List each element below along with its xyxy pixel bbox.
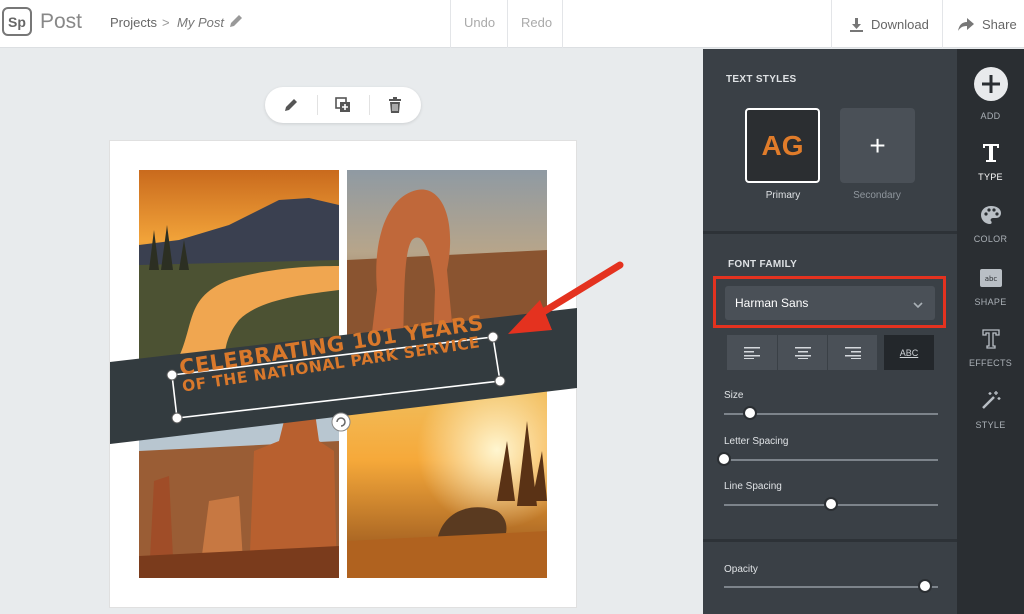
type-t-icon	[982, 144, 999, 162]
plus-icon: +	[869, 129, 886, 161]
primary-style-label: Primary	[765, 190, 801, 201]
rename-pencil-icon[interactable]	[228, 13, 244, 34]
divider	[369, 95, 370, 115]
rail-shape-label: SHAPE	[974, 297, 1007, 307]
primary-style-sample: AG	[761, 129, 804, 161]
rail-type[interactable]: TYPE	[957, 141, 1024, 182]
undo-button[interactable]: Undo	[464, 15, 495, 30]
letter-spacing-slider-track[interactable]	[724, 459, 938, 461]
top-bar: Sp Post Projects > My Post Undo Redo Dow…	[0, 0, 1024, 48]
all-caps-button[interactable]: ABC	[884, 335, 934, 370]
rail-style[interactable]: STYLE	[957, 389, 1024, 430]
divider	[831, 0, 832, 48]
opacity-slider-track[interactable]	[724, 586, 938, 588]
align-right-button[interactable]	[827, 335, 877, 370]
rail-type-label: TYPE	[978, 172, 1003, 182]
secondary-style-label: Secondary	[853, 190, 901, 201]
opacity-slider-knob[interactable]	[918, 579, 933, 593]
text-style-primary[interactable]: AG	[745, 108, 820, 183]
effects-outline-t-icon	[981, 329, 1000, 349]
align-left-button[interactable]	[727, 335, 777, 370]
breadcrumb-projects[interactable]: Projects	[110, 15, 157, 30]
letter-spacing-slider-knob[interactable]	[717, 452, 731, 466]
post-canvas[interactable]	[109, 140, 577, 608]
size-label: Size	[724, 390, 744, 401]
rail-color[interactable]: COLOR	[957, 205, 1024, 244]
divider	[317, 95, 318, 115]
rail-effects[interactable]: EFFECTS	[957, 327, 1024, 368]
opacity-label: Opacity	[724, 564, 758, 575]
align-center-button[interactable]	[777, 335, 827, 370]
photo-canyon-hoodoos[interactable]	[139, 381, 339, 578]
divider	[507, 0, 508, 48]
divider	[450, 0, 451, 48]
svg-text:abc: abc	[984, 275, 997, 283]
download-label: Download	[871, 16, 929, 32]
divider	[942, 0, 943, 48]
divider	[703, 231, 957, 234]
size-slider-knob[interactable]	[742, 406, 757, 420]
palette-icon	[980, 206, 1001, 224]
share-icon	[958, 17, 974, 31]
tool-rail: ADD TYPE COLOR abc SHAPE EFFECTS STYLE	[957, 49, 1024, 614]
line-spacing-slider-knob[interactable]	[824, 497, 838, 511]
divider	[562, 0, 563, 48]
align-right-icon	[844, 346, 861, 359]
download-icon	[850, 17, 863, 32]
delete-trash-icon[interactable]	[386, 96, 404, 119]
text-properties-panel: TEXT STYLES AG Primary + Secondary FONT …	[703, 49, 957, 614]
edit-pencil-icon[interactable]	[282, 96, 300, 119]
divider	[703, 539, 957, 542]
download-button[interactable]: Download	[849, 0, 929, 48]
align-left-icon	[744, 346, 760, 359]
shape-abc-icon: abc	[979, 269, 1002, 287]
rail-effects-label: EFFECTS	[968, 358, 1013, 368]
photo-golden-lake[interactable]	[347, 381, 547, 578]
spark-logo: Sp	[2, 7, 32, 36]
rail-add[interactable]: ADD	[957, 66, 1024, 121]
redo-button[interactable]: Redo	[521, 15, 552, 30]
share-label: Share	[982, 16, 1017, 32]
text-styles-title: TEXT STYLES	[726, 74, 797, 85]
rail-add-label: ADD	[980, 111, 1001, 121]
magic-wand-icon	[981, 391, 1000, 409]
project-name[interactable]: My Post	[177, 15, 224, 30]
duplicate-icon[interactable]	[334, 96, 352, 119]
line-spacing-label: Line Spacing	[724, 481, 782, 492]
add-circle-icon	[973, 67, 1008, 101]
highlight-box	[713, 276, 946, 328]
floating-edit-toolbar	[265, 87, 421, 123]
text-style-secondary[interactable]: +	[840, 108, 915, 183]
app-name: Post	[40, 10, 83, 33]
share-button[interactable]: Share	[957, 0, 1017, 48]
align-center-icon	[794, 346, 811, 359]
letter-spacing-label: Letter Spacing	[724, 436, 789, 447]
breadcrumb-separator: >	[162, 15, 170, 30]
rail-shape[interactable]: abc SHAPE	[957, 268, 1024, 307]
rail-color-label: COLOR	[973, 234, 1008, 244]
font-family-title: FONT FAMILY	[728, 259, 798, 270]
rail-style-label: STYLE	[975, 420, 1006, 430]
